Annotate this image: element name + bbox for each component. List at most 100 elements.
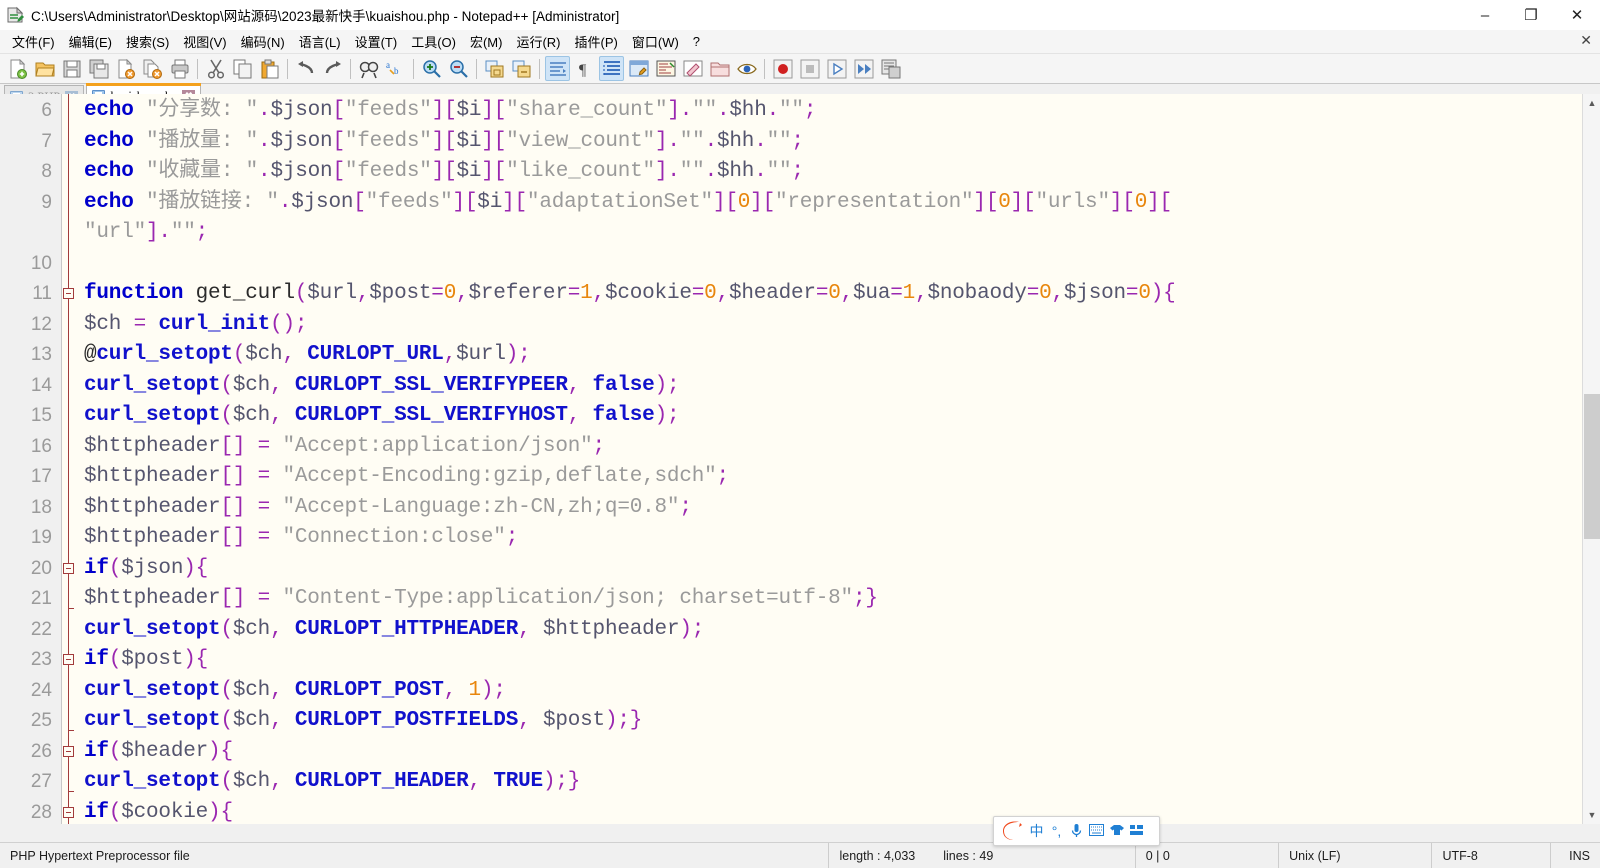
sogou-logo-icon[interactable]	[999, 819, 1025, 843]
menu-edit[interactable]: 编辑(E)	[62, 30, 119, 53]
voice-input-icon[interactable]	[1068, 823, 1085, 840]
menu-search[interactable]: 搜索(S)	[119, 30, 176, 53]
print-icon[interactable]	[167, 56, 192, 81]
fold-collapse-icon[interactable]	[63, 806, 74, 818]
code-line[interactable]: echo "分享数: ".$json["feeds"][$i]["share_c…	[76, 96, 1600, 127]
undo-icon[interactable]	[293, 56, 318, 81]
skin-icon[interactable]	[1108, 823, 1125, 840]
scroll-down-icon[interactable]: ▼	[1583, 806, 1600, 824]
fold-collapse-icon[interactable]	[63, 288, 74, 299]
line-number: 10	[30, 252, 52, 274]
code-line[interactable]: curl_setopt($ch, CURLOPT_SSL_VERIFYPEER,…	[76, 371, 1600, 402]
user-defined-language-icon[interactable]	[626, 56, 651, 81]
indent-guide-icon[interactable]	[599, 56, 624, 81]
redo-icon[interactable]	[320, 56, 345, 81]
menu-encoding[interactable]: 编码(N)	[234, 30, 292, 53]
run-macro-multiple-icon[interactable]	[851, 56, 876, 81]
code-line[interactable]: if($cookie){	[76, 798, 1600, 825]
scroll-up-icon[interactable]: ▲	[1583, 94, 1600, 112]
code-line[interactable]: curl_setopt($ch, CURLOPT_HTTPHEADER, $ht…	[76, 615, 1600, 646]
word-wrap-icon[interactable]	[545, 56, 570, 81]
show-all-characters-icon[interactable]: ¶	[572, 56, 597, 81]
close-document-button[interactable]: ✕	[1580, 32, 1592, 49]
sync-horizontal-scroll-icon[interactable]	[509, 56, 534, 81]
stop-macro-icon[interactable]	[797, 56, 822, 81]
line-number: 26	[30, 740, 52, 762]
code-text[interactable]: echo "分享数: ".$json["feeds"][$i]["share_c…	[76, 94, 1600, 824]
record-macro-icon[interactable]	[770, 56, 795, 81]
code-line[interactable]: if($post){	[76, 645, 1600, 676]
minimize-button[interactable]: –	[1462, 0, 1508, 30]
token-op: ,	[567, 404, 581, 427]
menu-settings[interactable]: 设置(T)	[348, 30, 405, 53]
close-button[interactable]: ✕	[1554, 0, 1600, 30]
punctuation-mode-icon[interactable]: °,	[1048, 823, 1065, 840]
copy-icon[interactable]	[230, 56, 255, 81]
code-folding-margin[interactable]	[62, 94, 76, 824]
open-file-icon[interactable]	[32, 56, 57, 81]
code-line[interactable]: $httpheader[] = "Connection:close";	[76, 523, 1600, 554]
menu-help[interactable]: ?	[686, 32, 707, 51]
menu-macro[interactable]: 宏(M)	[463, 30, 510, 53]
code-line[interactable]: if($header){	[76, 737, 1600, 768]
save-icon[interactable]	[59, 56, 84, 81]
code-line[interactable]: $httpheader[] = "Content-Type:applicatio…	[76, 584, 1600, 615]
fold-end-marker	[68, 730, 74, 731]
zoom-in-icon[interactable]	[419, 56, 444, 81]
sogou-input-toolbar[interactable]: 中 °,	[993, 816, 1160, 846]
code-line[interactable]: echo "播放链接: ".$json["feeds"][$i]["adapta…	[76, 188, 1600, 219]
menu-view[interactable]: 视图(V)	[176, 30, 233, 53]
code-line[interactable]: curl_setopt($ch, CURLOPT_POST, 1);	[76, 676, 1600, 707]
toolbox-icon[interactable]	[1128, 823, 1145, 840]
chinese-english-toggle-icon[interactable]: 中	[1028, 823, 1045, 840]
cut-icon[interactable]	[203, 56, 228, 81]
token-op: =	[257, 495, 271, 519]
vertical-scrollbar[interactable]: ▲ ▼	[1582, 94, 1600, 824]
find-icon[interactable]	[356, 56, 381, 81]
menu-run[interactable]: 运行(R)	[509, 30, 567, 53]
code-line[interactable]: "url"]."";	[76, 218, 1600, 249]
code-line[interactable]: $ch = curl_init();	[76, 310, 1600, 341]
code-line[interactable]	[76, 249, 1600, 280]
folder-as-workspace-icon[interactable]	[707, 56, 732, 81]
paste-icon[interactable]	[257, 56, 282, 81]
menu-language[interactable]: 语言(L)	[292, 30, 348, 53]
maximize-button[interactable]: ❐	[1508, 0, 1554, 30]
menu-file[interactable]: 文件(F)	[5, 30, 62, 53]
replace-icon[interactable]: ab	[383, 56, 408, 81]
token-op: ]	[654, 129, 668, 153]
code-line[interactable]: curl_setopt($ch, CURLOPT_POSTFIELDS, $po…	[76, 706, 1600, 737]
token-op: {	[195, 556, 209, 580]
soft-keyboard-icon[interactable]	[1088, 823, 1105, 840]
code-line[interactable]: curl_setopt($ch, CURLOPT_SSL_VERIFYHOST,…	[76, 401, 1600, 432]
document-map-icon[interactable]	[653, 56, 678, 81]
play-macro-icon[interactable]	[824, 56, 849, 81]
monitoring-icon[interactable]	[734, 56, 759, 81]
code-line[interactable]: $httpheader[] = "Accept-Encoding:gzip,de…	[76, 462, 1600, 493]
new-file-icon[interactable]	[5, 56, 30, 81]
code-line[interactable]: echo "收藏量: ".$json["feeds"][$i]["like_co…	[76, 157, 1600, 188]
scrollbar-thumb[interactable]	[1584, 394, 1600, 539]
close-file-icon[interactable]	[113, 56, 138, 81]
menu-window[interactable]: 窗口(W)	[625, 30, 686, 53]
code-line[interactable]: if($json){	[76, 554, 1600, 585]
function-list-icon[interactable]	[680, 56, 705, 81]
code-line[interactable]: curl_setopt($ch, CURLOPT_HEADER, TRUE);}	[76, 767, 1600, 798]
token-op: [	[444, 129, 457, 153]
code-line[interactable]: $httpheader[] = "Accept:application/json…	[76, 432, 1600, 463]
code-line[interactable]: @curl_setopt($ch, CURLOPT_URL,$url);	[76, 340, 1600, 371]
zoom-out-icon[interactable]	[446, 56, 471, 81]
menu-tools[interactable]: 工具(O)	[404, 30, 463, 53]
fold-collapse-icon[interactable]	[63, 745, 74, 757]
fold-collapse-icon[interactable]	[63, 562, 74, 574]
close-all-icon[interactable]	[140, 56, 165, 81]
editor-area[interactable]: 6 7 8 9 10 11 12 13 14 15 16 17 18 19 20 21 22 23 24 25 26 27…	[0, 94, 1600, 824]
save-all-icon[interactable]	[86, 56, 111, 81]
code-line[interactable]: echo "播放量: ".$json["feeds"][$i]["view_co…	[76, 127, 1600, 158]
sync-vertical-scroll-icon[interactable]	[482, 56, 507, 81]
menu-plugins[interactable]: 插件(P)	[568, 30, 625, 53]
fold-collapse-icon[interactable]	[63, 654, 74, 665]
code-line[interactable]: function get_curl($url,$post=0,$referer=…	[76, 279, 1600, 310]
code-line[interactable]: $httpheader[] = "Accept-Language:zh-CN,z…	[76, 493, 1600, 524]
save-macro-icon[interactable]	[878, 56, 903, 81]
